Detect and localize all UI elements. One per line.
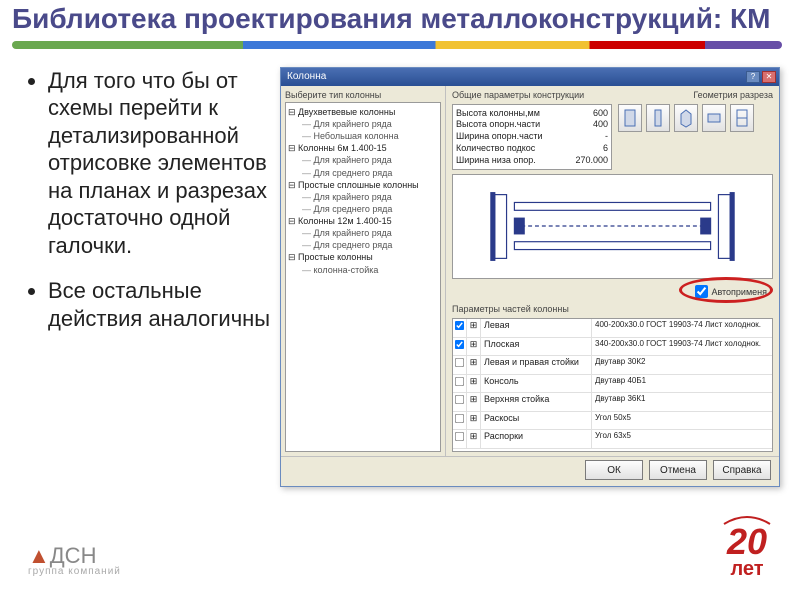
tree-node[interactable]: Колонны 6м 1.400-15 [288,142,438,154]
tree-node[interactable]: Для крайнего ряда [302,191,438,203]
parts-label: Параметры частей колонны [452,304,773,314]
auto-apply-checkbox[interactable]: Автоприменя [695,285,767,298]
brand-logo: ▲ДСН группа компаний [28,545,121,577]
expand-icon[interactable]: ⊞ [467,319,481,337]
help-button[interactable]: Справка [713,460,771,480]
dialog-title: Колонна [287,71,326,82]
expand-icon[interactable]: ⊞ [467,356,481,374]
param-row[interactable]: Высота колонны,мм600 [456,108,608,120]
row-value: Угол 50x5 [592,412,772,430]
help-icon[interactable]: ? [746,71,760,83]
param-row[interactable]: Ширина низа опор.270.000 [456,155,608,167]
tree-node[interactable]: Простые сплошные колонны [288,179,438,191]
row-checkbox[interactable] [455,321,464,330]
type-tree[interactable]: Двухветвевые колонныДля крайнего рядаНеб… [285,102,441,452]
geom-label: Геометрия разреза [693,90,773,100]
ok-button[interactable]: ОК [585,460,643,480]
table-row[interactable]: ⊞Верхняя стойкаДвутавр 36К1 [453,393,772,412]
parts-grid[interactable]: ⊞Левая400-200x30.0 ГОСТ 19903-74 Лист хо… [452,318,773,452]
row-value: 340-200x30.0 ГОСТ 19903-74 Лист холоднок… [592,338,772,356]
bullet-item: Все остальные действия аналогичны [48,277,280,332]
params-label: Общие параметры конструкции [452,90,584,100]
row-checkbox[interactable] [455,414,464,423]
view-side-button[interactable] [646,104,670,132]
expand-icon[interactable]: ⊞ [467,338,481,356]
anniversary-badge: 20 лет [722,514,772,581]
tree-node[interactable]: Колонны 12м 1.400-15 [288,215,438,227]
tree-node[interactable]: Для среднего ряда [302,239,438,251]
expand-icon[interactable]: ⊞ [467,393,481,411]
param-row[interactable]: Количество подкос6 [456,143,608,155]
row-value: Двутавр 30К2 [592,356,772,374]
close-icon[interactable]: ✕ [762,71,776,83]
cancel-button[interactable]: Отмена [649,460,707,480]
param-row[interactable]: Высота опорн.части400 [456,119,608,131]
auto-apply-label: Автоприменя [711,287,767,297]
tree-node[interactable]: Простые колонны [288,251,438,263]
row-value: Двутавр 40Б1 [592,375,772,393]
view-toolbar [618,104,773,170]
row-value: Двутавр 36К1 [592,393,772,411]
view-section-button[interactable] [730,104,754,132]
auto-apply-input[interactable] [695,285,708,298]
row-name: Раскосы [481,412,592,430]
row-checkbox[interactable] [455,395,464,404]
param-row[interactable]: Ширина опорн.части- [456,131,608,143]
drawing-preview [452,174,773,279]
row-value: 400-200x30.0 ГОСТ 19903-74 Лист холоднок… [592,319,772,337]
expand-icon[interactable]: ⊞ [467,430,481,448]
view-iso-button[interactable] [674,104,698,132]
row-name: Левая и правая стойки [481,356,592,374]
view-top-button[interactable] [702,104,726,132]
row-name: Распорки [481,430,592,448]
bullet-list: Для того что бы от схемы перейти к детал… [30,67,280,487]
row-name: Верхняя стойка [481,393,592,411]
tree-node[interactable]: Для крайнего ряда [302,118,438,130]
table-row[interactable]: ⊞Левая400-200x30.0 ГОСТ 19903-74 Лист хо… [453,319,772,338]
table-row[interactable]: ⊞РаскосыУгол 50x5 [453,412,772,431]
tree-node[interactable]: колонна-стойка [302,264,438,276]
row-checkbox[interactable] [455,377,464,386]
tree-node[interactable]: Для среднего ряда [302,203,438,215]
row-checkbox[interactable] [455,358,464,367]
table-row[interactable]: ⊞Левая и правая стойкиДвутавр 30К2 [453,356,772,375]
param-grid[interactable]: Высота колонны,мм600Высота опорн.части40… [452,104,612,170]
expand-icon[interactable]: ⊞ [467,375,481,393]
view-front-button[interactable] [618,104,642,132]
row-checkbox[interactable] [455,340,464,349]
tree-node[interactable]: Для крайнего ряда [302,154,438,166]
dialog-window: Колонна ? ✕ Выберите тип колонны Двухвет… [280,67,780,487]
row-name: Левая [481,319,592,337]
row-checkbox[interactable] [455,432,464,441]
row-name: Плоская [481,338,592,356]
expand-icon[interactable]: ⊞ [467,412,481,430]
tree-node[interactable]: Небольшая колонна [302,130,438,142]
table-row[interactable]: ⊞РаспоркиУгол 63x5 [453,430,772,449]
tree-label: Выберите тип колонны [285,90,441,100]
row-name: Консоль [481,375,592,393]
titlebar[interactable]: Колонна ? ✕ [281,68,779,86]
bullet-item: Для того что бы от схемы перейти к детал… [48,67,280,260]
row-value: Угол 63x5 [592,430,772,448]
title-underline [12,41,782,49]
tree-node[interactable]: Двухветвевые колонны [288,106,438,118]
table-row[interactable]: ⊞Плоская340-200x30.0 ГОСТ 19903-74 Лист … [453,338,772,357]
table-row[interactable]: ⊞КонсольДвутавр 40Б1 [453,375,772,394]
tree-node[interactable]: Для крайнего ряда [302,227,438,239]
slide-title: Библиотека проектирования металлоконстру… [0,0,794,39]
tree-node[interactable]: Для среднего ряда [302,167,438,179]
